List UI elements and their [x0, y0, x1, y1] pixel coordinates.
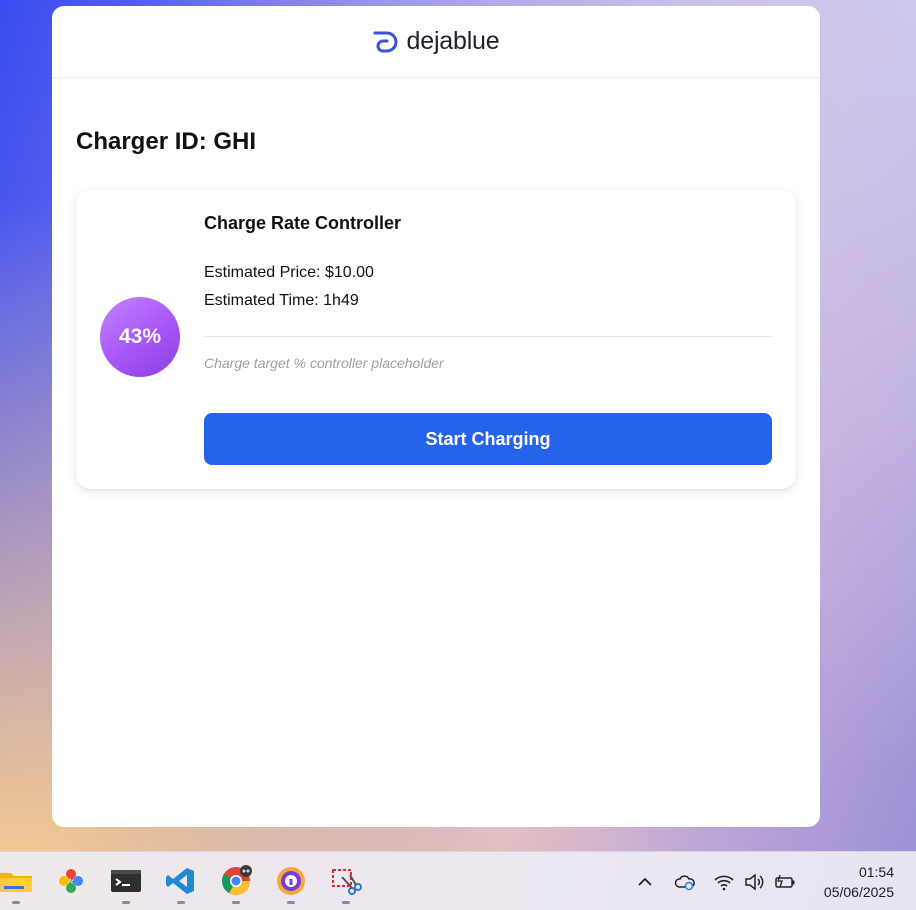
app-window: dejablue Charger ID: GHI 43% Charge Rate… [52, 6, 820, 827]
system-clock[interactable]: 01:54 05/06/2025 [824, 862, 894, 902]
volume-icon[interactable] [743, 871, 765, 893]
estimated-time-value: 1h49 [323, 292, 359, 309]
brand-name: dejablue [406, 27, 500, 55]
running-indicator [122, 901, 130, 904]
estimated-price-label: Estimated Price: [204, 264, 321, 281]
estimated-time-label: Estimated Time: [204, 292, 319, 309]
terminal-icon[interactable] [110, 865, 142, 897]
running-indicator [342, 901, 350, 904]
taskbar: 01:54 05/06/2025 [0, 851, 916, 910]
dejablue-logo-icon [373, 31, 398, 52]
card-title: Charge Rate Controller [204, 213, 402, 233]
clock-date: 05/06/2025 [823, 884, 894, 900]
file-explorer-icon[interactable] [0, 865, 32, 897]
app-header: dejablue [52, 6, 820, 78]
battery-icon[interactable] [774, 871, 796, 893]
charge-card: 43% Charge Rate Controller Estimated Pri… [76, 190, 796, 489]
google-photos-icon[interactable] [55, 865, 87, 897]
brand[interactable]: dejablue [373, 27, 500, 56]
running-indicator [12, 901, 20, 904]
onedrive-icon[interactable] [674, 871, 696, 893]
charge-percent-indicator: 43% [100, 297, 180, 377]
estimated-price-value: $10.00 [324, 264, 374, 281]
divider [204, 336, 772, 337]
proton-pass-icon[interactable] [275, 865, 307, 897]
start-charging-button[interactable]: Start Charging [204, 413, 772, 465]
charge-target-placeholder: Charge target % controller placeholder [204, 355, 444, 371]
snipping-tool-icon[interactable] [330, 865, 362, 897]
running-indicator [177, 901, 185, 904]
page-title: Charger ID: GHI [76, 128, 257, 155]
estimated-price: Estimated Price: $10.00 [204, 264, 374, 282]
running-indicator [287, 901, 295, 904]
vscode-icon[interactable] [165, 865, 197, 897]
running-indicator [232, 901, 240, 904]
wifi-icon[interactable] [713, 871, 735, 893]
estimated-time: Estimated Time: 1h49 [204, 292, 359, 310]
clock-time: 01:54 [858, 864, 894, 880]
show-hidden-icons-chevron[interactable] [634, 871, 656, 893]
chrome-icon[interactable] [220, 865, 252, 897]
